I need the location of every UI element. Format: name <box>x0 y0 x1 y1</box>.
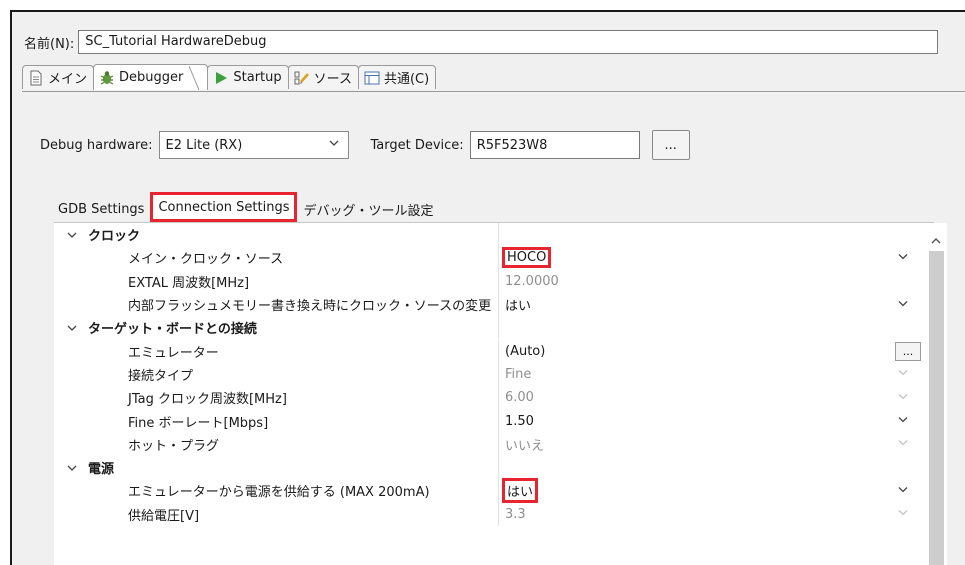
tab-debugger-label: Debugger <box>119 70 184 85</box>
chevron-up-icon[interactable] <box>929 235 943 250</box>
name-label: 名前(N): <box>24 36 75 52</box>
prop-name: エミュレーター <box>54 339 499 363</box>
tab-debug-tool-settings[interactable]: デバッグ・ツール設定 <box>297 196 439 222</box>
group-clock-label: クロック <box>88 229 141 245</box>
prop-value: はい <box>505 299 532 315</box>
prop-row-extal-frequency[interactable]: EXTAL 周波数[MHz] 12.0000 <box>54 269 925 293</box>
chevron-down-icon <box>897 437 909 452</box>
play-icon <box>212 69 230 87</box>
prop-name: ホット・プラグ <box>54 432 499 456</box>
main-tab-bar: メイン Debugger Startup ソース 共通(C) <box>22 64 437 91</box>
prop-value: Fine <box>505 366 532 382</box>
chevron-down-icon[interactable] <box>64 230 80 240</box>
source-icon <box>293 69 311 87</box>
tab-common-label: 共通(C) <box>383 72 430 87</box>
prop-row-emulator[interactable]: エミュレーター (Auto) ... <box>54 339 925 363</box>
prop-value: 3.3 <box>505 506 526 522</box>
prop-name: エミュレーターから電源を供給する (MAX 200mA) <box>54 479 499 503</box>
prop-name: メイン・クロック・ソース <box>54 246 499 270</box>
prop-value: (Auto) <box>505 343 546 359</box>
target-device-input[interactable]: R5F523W8 <box>469 131 640 159</box>
group-target-board-connection[interactable]: ターゲット・ボードとの接続 <box>54 316 925 340</box>
tab-debugger[interactable]: Debugger <box>93 64 209 90</box>
prop-value: HOCO <box>501 247 552 269</box>
group-power[interactable]: 電源 <box>54 456 925 480</box>
group-power-label: 電源 <box>88 462 115 478</box>
name-row: 名前(N): SC_Tutorial HardwareDebug <box>24 30 939 54</box>
prop-row-hot-plug[interactable]: ホット・プラグ いいえ <box>54 432 925 456</box>
prop-name: Fine ボーレート[Mbps] <box>54 409 499 433</box>
debug-hardware-select[interactable]: E2 Lite (RX) <box>158 131 349 159</box>
bug-icon <box>98 69 116 87</box>
chevron-down-icon <box>897 367 909 382</box>
tab-main-label: メイン <box>48 72 88 87</box>
prop-row-connection-type[interactable]: 接続タイプ Fine <box>54 362 925 387</box>
prop-name: EXTAL 周波数[MHz] <box>54 269 499 293</box>
prop-row-supply-power[interactable]: エミュレーターから電源を供給する (MAX 200mA) はい <box>54 478 925 504</box>
prop-value: 12.0000 <box>505 273 559 289</box>
group-target-board-label: ターゲット・ボードとの接続 <box>88 322 257 338</box>
debug-hardware-row: Debug hardware: E2 Lite (RX) Target Devi… <box>40 130 690 160</box>
debug-hardware-value: E2 Lite (RX) <box>165 137 243 153</box>
prop-value: 6.00 <box>505 390 534 406</box>
prop-name: 供給電圧[V] <box>54 502 499 526</box>
chevron-down-icon[interactable] <box>897 483 909 498</box>
tab-common[interactable]: 共通(C) <box>357 65 437 89</box>
tab-main[interactable]: メイン <box>22 65 95 89</box>
tab-gdb-settings[interactable]: GDB Settings <box>52 196 150 222</box>
name-input[interactable]: SC_Tutorial HardwareDebug <box>78 30 939 54</box>
vertical-scrollbar[interactable] <box>925 223 947 565</box>
property-table: クロック メイン・クロック・ソース HOCO EXTAL 周波数[MHz] 12… <box>54 222 947 565</box>
chevron-down-icon[interactable] <box>897 414 909 429</box>
chevron-down-icon[interactable] <box>64 323 80 333</box>
chevron-down-icon[interactable] <box>64 463 80 473</box>
tab-startup-label: Startup <box>233 70 282 85</box>
prop-value: いいえ <box>505 438 545 454</box>
prop-row-jtag-clock[interactable]: JTag クロック周波数[MHz] 6.00 <box>54 386 925 410</box>
chevron-down-icon <box>897 390 909 405</box>
prop-row-supply-voltage[interactable]: 供給電圧[V] 3.3 <box>54 502 925 526</box>
prop-name: JTag クロック周波数[MHz] <box>54 386 499 410</box>
prop-name: 接続タイプ <box>54 362 499 387</box>
prop-value-cell[interactable]: (Auto) ... <box>499 340 925 363</box>
chevron-down-icon[interactable] <box>897 250 909 265</box>
prop-value-cell[interactable]: はい <box>499 478 925 504</box>
prop-value-cell[interactable]: はい <box>499 293 925 316</box>
prop-row-fine-baudrate[interactable]: Fine ボーレート[Mbps] 1.50 <box>54 409 925 433</box>
scrollbar-thumb[interactable] <box>929 251 944 565</box>
document-icon <box>27 69 45 87</box>
launch-config-dialog: 名前(N): SC_Tutorial HardwareDebug メイン Deb… <box>10 10 965 565</box>
target-device-label: Target Device: <box>370 137 464 153</box>
tab-startup[interactable]: Startup <box>207 65 289 89</box>
table-icon <box>363 69 381 87</box>
debug-hardware-label: Debug hardware: <box>40 137 153 153</box>
prop-value: 1.50 <box>505 413 534 429</box>
chevron-down-icon[interactable] <box>897 297 909 312</box>
sub-tab-bar: GDB Settings Connection Settings デバッグ・ツー… <box>52 192 440 222</box>
chevron-down-icon <box>328 137 340 153</box>
prop-name: 内部フラッシュメモリー書き換え時にクロック・ソースの変更 <box>54 292 499 317</box>
prop-row-main-clock-source[interactable]: メイン・クロック・ソース HOCO <box>54 246 925 270</box>
prop-value: はい <box>501 478 539 504</box>
emulator-browse-button[interactable]: ... <box>895 341 921 361</box>
group-clock[interactable]: クロック <box>54 223 925 247</box>
prop-value-cell[interactable]: HOCO <box>499 246 925 269</box>
tab-source[interactable]: ソース <box>287 65 359 89</box>
chevron-down-icon <box>897 507 909 522</box>
prop-value-cell[interactable]: 1.50 <box>499 409 925 432</box>
prop-row-flash-clock-change[interactable]: 内部フラッシュメモリー書き換え時にクロック・ソースの変更 はい <box>54 292 925 317</box>
tab-edge-icon <box>189 65 200 90</box>
tab-connection-settings[interactable]: Connection Settings <box>150 192 298 222</box>
tab-source-label: ソース <box>313 72 352 87</box>
target-device-browse-button[interactable]: ... <box>651 130 690 160</box>
